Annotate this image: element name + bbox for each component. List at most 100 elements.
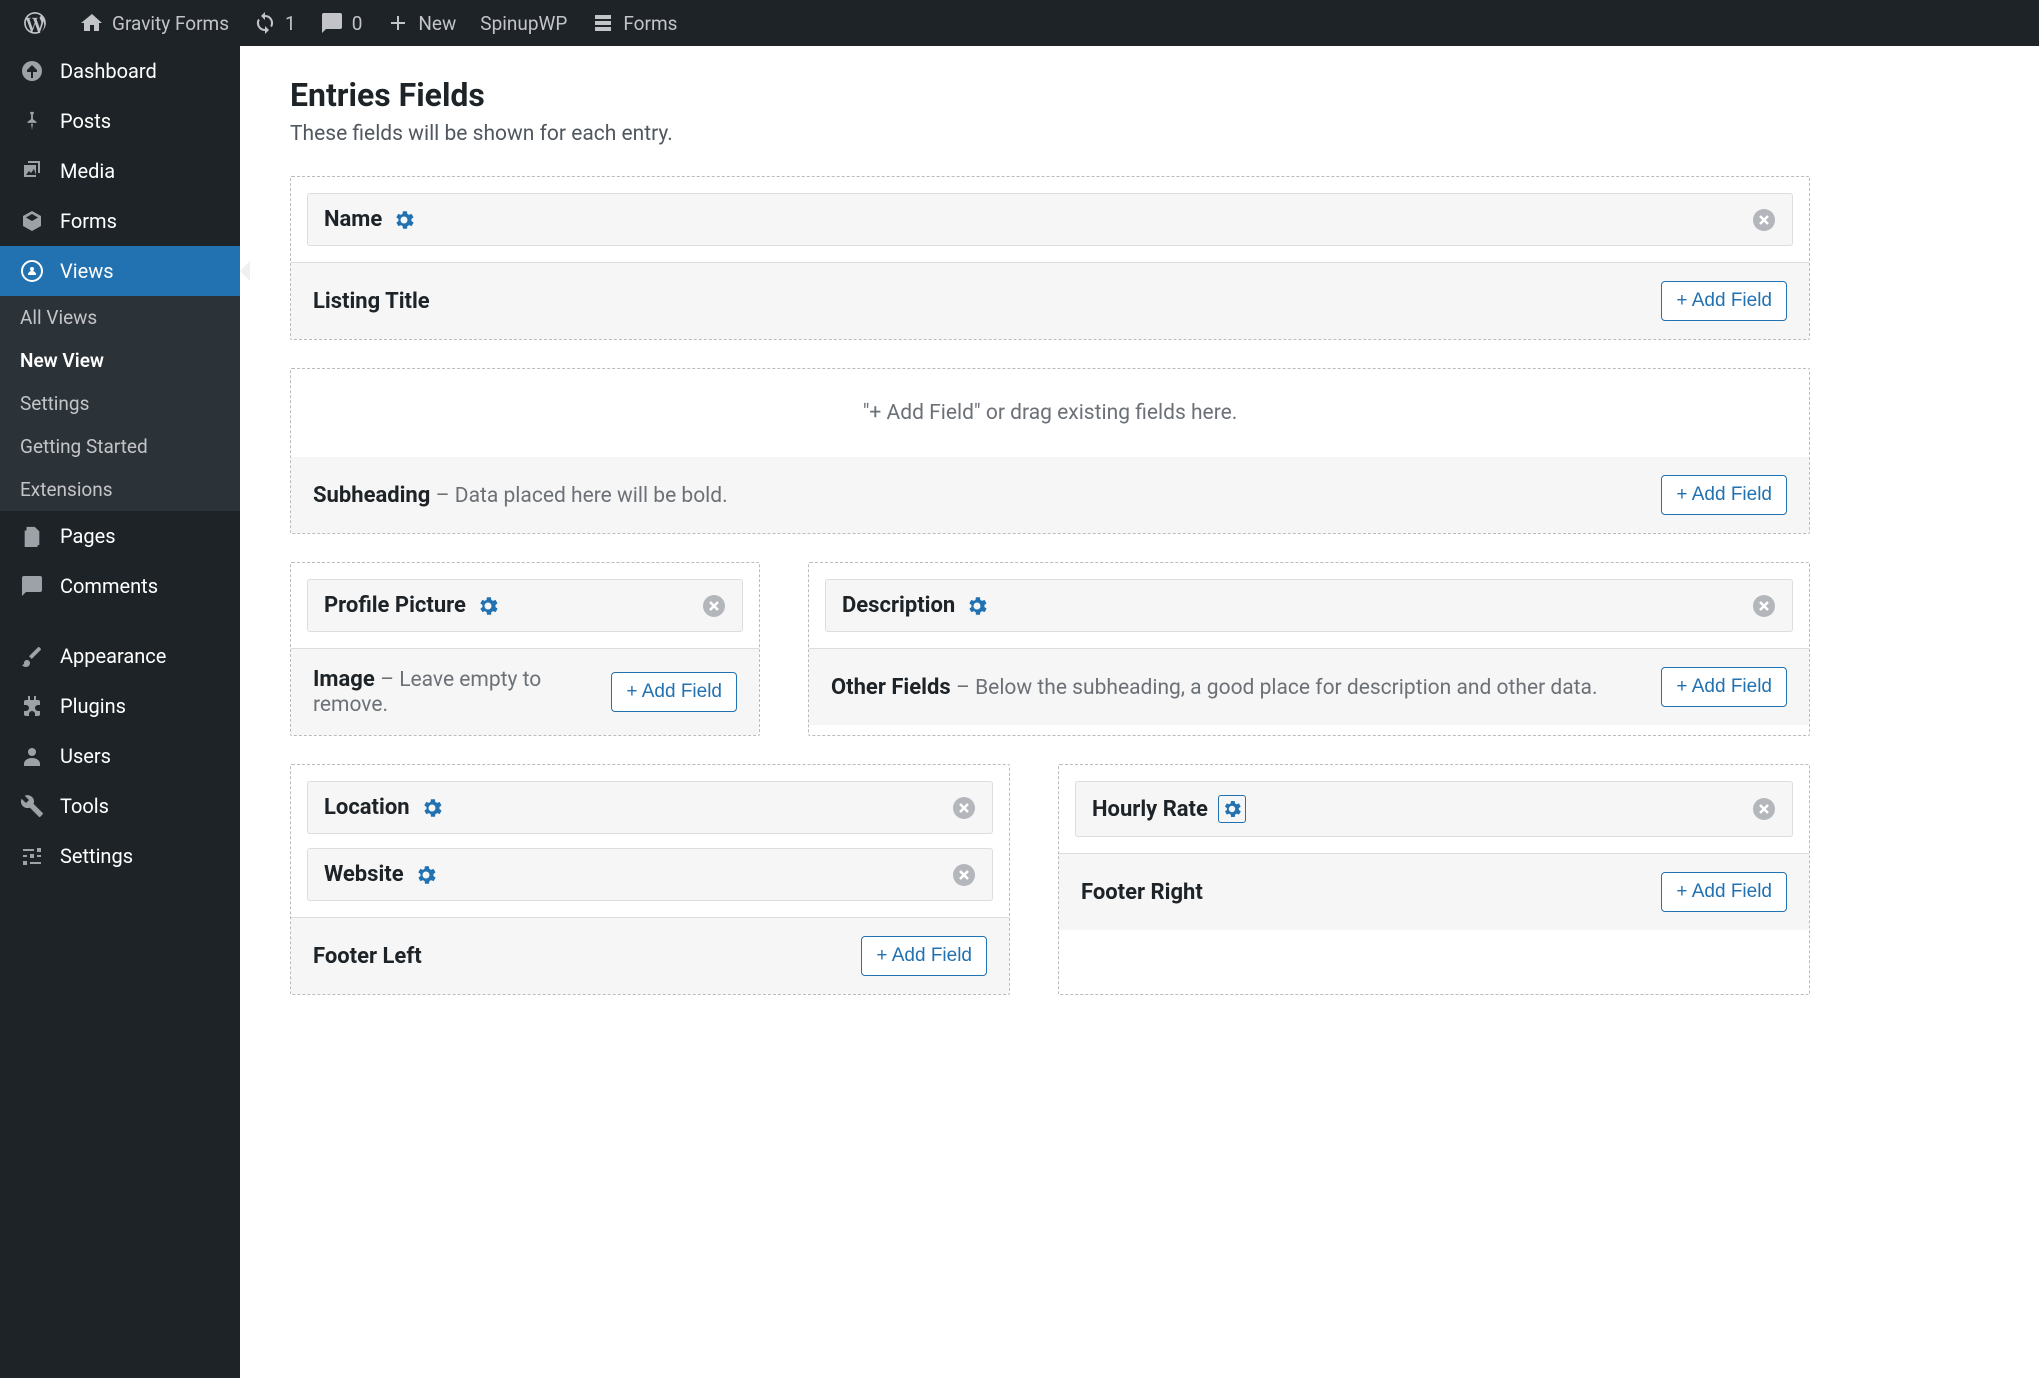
- zone-listing-title: Name Listing Title + Add Field: [290, 176, 1810, 340]
- sidebar-item-label: Forms: [60, 209, 117, 233]
- sidebar-item-appearance[interactable]: Appearance: [0, 631, 240, 681]
- sub-getting-started[interactable]: Getting Started: [0, 425, 240, 468]
- zone-label: Image: [313, 667, 375, 692]
- drop-hint[interactable]: "+ Add Field" or drag existing fields he…: [291, 369, 1809, 457]
- close-icon[interactable]: [1752, 594, 1776, 618]
- updates-count: 1: [285, 12, 296, 35]
- sidebar-item-pages[interactable]: Pages: [0, 511, 240, 561]
- close-icon[interactable]: [1752, 208, 1776, 232]
- add-field-button[interactable]: + Add Field: [1661, 872, 1787, 912]
- spinupwp[interactable]: SpinupWP: [468, 0, 579, 46]
- sidebar-item-plugins[interactable]: Plugins: [0, 681, 240, 731]
- admin-toolbar: Gravity Forms 1 0 New SpinupWP Forms: [0, 0, 2039, 46]
- updates-icon: [253, 11, 277, 35]
- add-field-button[interactable]: + Add Field: [611, 672, 737, 712]
- zone-label: Subheading: [313, 483, 430, 508]
- sidebar-item-label: Views: [60, 259, 114, 283]
- sidebar-item-dashboard[interactable]: Dashboard: [0, 46, 240, 96]
- sidebar-item-tools[interactable]: Tools: [0, 781, 240, 831]
- gear-icon[interactable]: [392, 208, 416, 232]
- field-label: Profile Picture: [324, 593, 466, 618]
- field-chip-profile-picture[interactable]: Profile Picture: [307, 579, 743, 632]
- sub-all-views[interactable]: All Views: [0, 296, 240, 339]
- sidebar-item-label: Appearance: [60, 644, 166, 668]
- gear-icon[interactable]: [414, 863, 438, 887]
- sliders-icon: [18, 844, 46, 868]
- add-field-button[interactable]: + Add Field: [861, 936, 987, 976]
- gear-icon[interactable]: [476, 594, 500, 618]
- field-label: Name: [324, 207, 382, 232]
- main-content: Entries Fields These fields will be show…: [240, 46, 2039, 1378]
- media-icon: [18, 159, 46, 183]
- site-name-label: Gravity Forms: [112, 12, 229, 35]
- close-icon[interactable]: [702, 594, 726, 618]
- sidebar-item-settings[interactable]: Settings: [0, 831, 240, 881]
- plus-icon: [386, 11, 410, 35]
- pages-icon: [18, 525, 46, 547]
- zone-label: Other Fields: [831, 675, 951, 700]
- forms-icon: [18, 209, 46, 233]
- new-label: New: [418, 12, 456, 35]
- sidebar-item-media[interactable]: Media: [0, 146, 240, 196]
- close-icon[interactable]: [952, 796, 976, 820]
- sub-new-view[interactable]: New View: [0, 339, 240, 382]
- comments[interactable]: 0: [308, 0, 375, 46]
- field-chip-website[interactable]: Website: [307, 848, 993, 901]
- field-label: Description: [842, 593, 955, 618]
- zone-other-fields: Description Other Fields – Below the sub…: [808, 562, 1810, 736]
- updates[interactable]: 1: [241, 0, 308, 46]
- forms-label: Forms: [623, 12, 677, 35]
- admin-sidebar: Dashboard Posts Media Forms Views All Vi…: [0, 46, 240, 1378]
- sidebar-item-posts[interactable]: Posts: [0, 96, 240, 146]
- sub-settings[interactable]: Settings: [0, 382, 240, 425]
- views-icon: [18, 259, 46, 283]
- comments-count: 0: [352, 12, 363, 35]
- sidebar-item-label: Plugins: [60, 694, 126, 718]
- zone-label: Footer Right: [1081, 880, 1203, 905]
- zone-footer-left: Location Website Footer: [290, 764, 1010, 995]
- gear-icon[interactable]: [1218, 795, 1246, 823]
- add-field-button[interactable]: + Add Field: [1661, 667, 1787, 707]
- gear-icon[interactable]: [420, 796, 444, 820]
- zone-label: Footer Left: [313, 944, 422, 969]
- gear-icon[interactable]: [965, 594, 989, 618]
- zone-label: Listing Title: [313, 289, 430, 314]
- wrench-icon: [18, 794, 46, 818]
- sidebar-item-label: Comments: [60, 574, 158, 598]
- sidebar-item-comments[interactable]: Comments: [0, 561, 240, 611]
- page-title: Entries Fields: [290, 76, 1810, 114]
- add-field-button[interactable]: + Add Field: [1661, 281, 1787, 321]
- sidebar-item-label: Settings: [60, 844, 133, 868]
- user-icon: [18, 744, 46, 768]
- field-chip-location[interactable]: Location: [307, 781, 993, 834]
- wp-logo[interactable]: [10, 0, 68, 46]
- field-label: Location: [324, 795, 410, 820]
- wordpress-icon: [22, 10, 48, 36]
- field-chip-hourly-rate[interactable]: Hourly Rate: [1075, 781, 1793, 837]
- forms-toolbar[interactable]: Forms: [579, 0, 689, 46]
- dashboard-icon: [18, 59, 46, 83]
- sidebar-item-label: Posts: [60, 109, 111, 133]
- comment-icon: [320, 11, 344, 35]
- close-icon[interactable]: [1752, 797, 1776, 821]
- close-icon[interactable]: [952, 863, 976, 887]
- field-label: Website: [324, 862, 404, 887]
- sidebar-item-users[interactable]: Users: [0, 731, 240, 781]
- new-content[interactable]: New: [374, 0, 468, 46]
- sidebar-item-forms[interactable]: Forms: [0, 196, 240, 246]
- page-subtitle: These fields will be shown for each entr…: [290, 122, 1810, 146]
- field-label: Hourly Rate: [1092, 797, 1208, 822]
- zone-subheading: "+ Add Field" or drag existing fields he…: [290, 368, 1810, 534]
- add-field-button[interactable]: + Add Field: [1661, 475, 1787, 515]
- site-name[interactable]: Gravity Forms: [68, 0, 241, 46]
- spinupwp-label: SpinupWP: [480, 12, 567, 35]
- pin-icon: [18, 110, 46, 132]
- zone-desc: Data placed here will be bold.: [455, 484, 728, 508]
- field-chip-name[interactable]: Name: [307, 193, 1793, 246]
- brush-icon: [18, 644, 46, 668]
- zone-footer-right: Hourly Rate Footer Right + Add Field: [1058, 764, 1810, 995]
- sidebar-item-views[interactable]: Views: [0, 246, 240, 296]
- sidebar-item-label: Pages: [60, 524, 116, 548]
- field-chip-description[interactable]: Description: [825, 579, 1793, 632]
- sub-extensions[interactable]: Extensions: [0, 468, 240, 511]
